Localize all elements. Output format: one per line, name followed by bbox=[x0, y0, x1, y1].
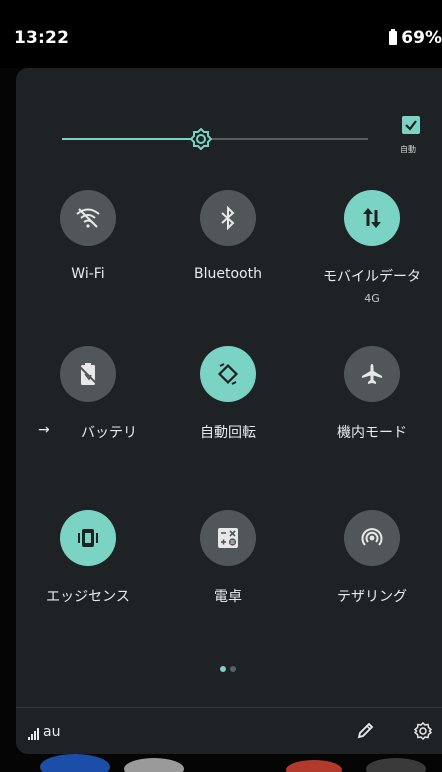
tile-wifi-button[interactable] bbox=[60, 190, 116, 246]
brightness-track-active bbox=[62, 138, 202, 140]
tile-battery-label: バッテリ bbox=[81, 425, 137, 441]
tile-airplane-label: 機内モード bbox=[337, 425, 407, 441]
status-time: 13:22 bbox=[14, 28, 70, 48]
tile-auto-rotate[interactable]: 自動回転 bbox=[158, 346, 298, 442]
quick-settings-footer: au bbox=[16, 708, 442, 754]
tile-auto-rotate-button[interactable] bbox=[200, 346, 256, 402]
settings-button[interactable] bbox=[414, 722, 432, 740]
carrier-name: au bbox=[43, 724, 61, 740]
tile-tethering[interactable]: テザリング bbox=[302, 510, 442, 606]
calculator-icon bbox=[218, 528, 238, 548]
tile-bluetooth-button[interactable] bbox=[200, 190, 256, 246]
tile-bluetooth[interactable]: Bluetooth bbox=[158, 190, 298, 282]
tile-airplane[interactable]: 機内モード bbox=[302, 346, 442, 442]
tile-battery-label-row: → バッテリ bbox=[18, 422, 158, 442]
page-dot-active bbox=[220, 666, 226, 672]
page-dot bbox=[230, 666, 236, 672]
tile-calculator[interactable]: 電卓 bbox=[158, 510, 298, 606]
battery-percent: 69% bbox=[401, 28, 442, 48]
bluetooth-icon bbox=[221, 206, 235, 230]
tile-mobile-data[interactable]: モバイルデータ 4G bbox=[302, 190, 442, 305]
quick-settings-panel: 自動 Wi-Fi Bluetooth モバイルデータ 4G → バッテリ 自動回… bbox=[16, 68, 442, 754]
pencil-icon bbox=[357, 722, 374, 739]
tile-calculator-button[interactable] bbox=[200, 510, 256, 566]
edge-sense-icon bbox=[78, 529, 98, 547]
signal-icon bbox=[28, 728, 39, 740]
airplane-icon bbox=[362, 364, 382, 384]
tile-battery-button[interactable] bbox=[60, 346, 116, 402]
status-bar: 13:22 69% bbox=[0, 0, 442, 68]
tile-tethering-label: テザリング bbox=[337, 589, 407, 605]
tile-calculator-label: 電卓 bbox=[214, 589, 242, 605]
tile-airplane-button[interactable] bbox=[344, 346, 400, 402]
background-app-icon bbox=[40, 754, 110, 772]
tile-mobile-data-label: モバイルデータ bbox=[323, 269, 421, 285]
tile-edge-sense-label: エッジセンス bbox=[46, 589, 130, 605]
brightness-track bbox=[212, 138, 368, 140]
battery-icon bbox=[389, 29, 398, 45]
carrier-info: au bbox=[28, 724, 60, 740]
battery-saver-icon bbox=[79, 363, 97, 385]
tile-wifi[interactable]: Wi-Fi bbox=[18, 190, 158, 282]
tile-auto-rotate-label: 自動回転 bbox=[200, 425, 256, 441]
gear-icon bbox=[414, 722, 432, 740]
tile-battery-prefix: → bbox=[38, 422, 50, 438]
wifi-off-icon bbox=[76, 208, 100, 228]
quick-settings-screen: 13:22 69% 自動 Wi-Fi Bluetooth モバイルデータ 4G … bbox=[0, 0, 442, 772]
brightness-icon bbox=[189, 127, 213, 151]
background-app-icon bbox=[286, 760, 342, 772]
brightness-slider[interactable] bbox=[62, 127, 368, 151]
brightness-thumb[interactable] bbox=[189, 127, 213, 151]
page-indicator bbox=[220, 666, 236, 672]
background-app-icon bbox=[366, 758, 426, 772]
tile-wifi-label: Wi-Fi bbox=[71, 266, 105, 282]
tile-edge-sense[interactable]: エッジセンス bbox=[18, 510, 158, 606]
tile-mobile-data-button[interactable] bbox=[344, 190, 400, 246]
tile-edge-sense-button[interactable] bbox=[60, 510, 116, 566]
auto-brightness-checkbox[interactable] bbox=[402, 116, 420, 134]
mobile-data-icon bbox=[363, 208, 381, 228]
tile-bluetooth-label: Bluetooth bbox=[194, 266, 262, 282]
auto-rotate-icon bbox=[217, 363, 239, 385]
hotspot-icon bbox=[361, 528, 383, 546]
check-icon bbox=[405, 120, 417, 131]
background-app-icon bbox=[124, 758, 184, 772]
tile-tethering-button[interactable] bbox=[344, 510, 400, 566]
auto-brightness-label: 自動 bbox=[400, 145, 416, 154]
tile-mobile-data-sublabel: 4G bbox=[364, 292, 380, 305]
edit-button[interactable] bbox=[356, 722, 374, 740]
tile-battery[interactable]: → バッテリ bbox=[18, 346, 158, 442]
status-battery: 69% bbox=[389, 28, 442, 48]
